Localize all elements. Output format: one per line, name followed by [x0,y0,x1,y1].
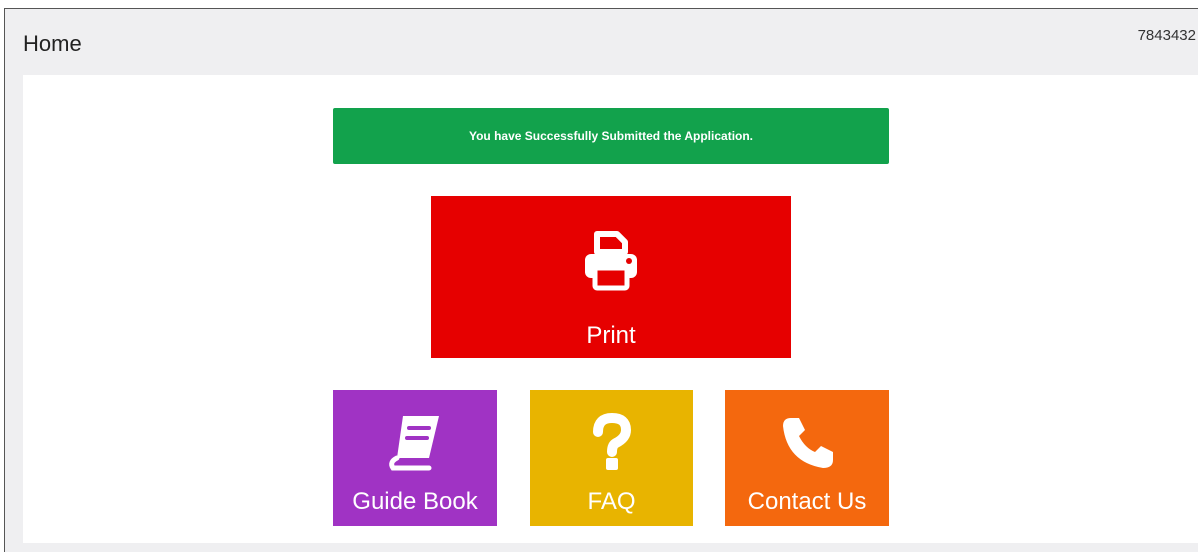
faq-button[interactable]: FAQ [530,390,693,526]
question-mark-icon [582,412,642,477]
phone-icon [777,412,837,477]
main-content: You have Successfully Submitted the Appl… [23,75,1198,543]
page-header: Home 7843432 [5,9,1198,75]
success-alert-message: You have Successfully Submitted the Appl… [468,129,754,143]
print-label: Print [586,322,636,349]
guide-book-button[interactable]: Guide Book [333,390,497,526]
contact-us-button[interactable]: Contact Us [725,390,889,526]
app-window: Home 7843432 You have Successfully Submi… [4,8,1198,552]
book-icon [385,412,445,477]
guide-book-label: Guide Book [352,488,478,515]
success-alert: You have Successfully Submitted the Appl… [333,108,889,164]
printer-icon [579,228,643,297]
faq-label: FAQ [587,488,636,515]
contact-us-label: Contact Us [747,488,867,515]
print-button[interactable]: Print [431,196,791,358]
user-id: 7843432 [1137,27,1196,44]
page-title: Home [23,31,82,56]
